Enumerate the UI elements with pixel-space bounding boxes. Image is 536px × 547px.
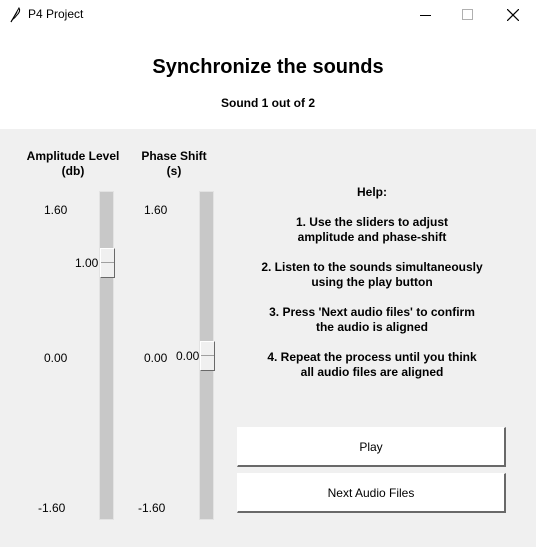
amplitude-max-label: 1.60 [44,203,68,217]
help-step-3: 3. Press 'Next audio files' to confirm t… [240,305,504,335]
amplitude-slider-track[interactable] [99,191,115,520]
help-step-1-line-2: amplitude and phase-shift [297,230,447,244]
help-step-4-line-2: all audio files are aligned [300,365,444,379]
help-step-1-line-1: 1. Use the sliders to adjust [295,215,449,229]
help-step-2-line-2: using the play button [311,275,433,289]
help-step-3-line-1: 3. Press 'Next audio files' to confirm [269,305,475,319]
minimize-icon [420,15,431,16]
maximize-button[interactable] [445,0,491,30]
phase-value-readout: 0.00 [176,349,200,363]
amplitude-label-text: Amplitude Level [26,149,120,163]
amplitude-label: Amplitude Level (db) [23,149,123,179]
amplitude-mid-label: 0.00 [44,351,68,365]
phase-slider-track[interactable] [199,191,215,520]
phase-label: Phase Shift (s) [129,149,219,179]
sound-counter: Sound 1 out of 2 [221,96,315,110]
phase-unit-text: (s) [166,164,182,178]
help-step-4-line-1: 4. Repeat the process until you think [267,350,477,364]
window-title: P4 Project [28,7,84,21]
minimize-button[interactable] [403,0,449,30]
amplitude-unit-text: (db) [61,164,85,178]
close-button[interactable] [490,0,536,30]
play-button[interactable]: Play [237,427,506,467]
header-panel: Synchronize the sounds Sound 1 out of 2 [0,30,536,129]
phase-label-text: Phase Shift [141,149,207,163]
next-audio-files-button[interactable]: Next Audio Files [237,473,506,513]
page-title: Synchronize the sounds [152,56,384,78]
phase-max-label: 1.60 [144,203,168,217]
help-step-1: 1. Use the sliders to adjust amplitude a… [240,215,504,245]
amplitude-value-readout: 1.00 [75,256,99,270]
help-step-2: 2. Listen to the sounds simultaneously u… [240,260,504,290]
phase-min-label: -1.60 [138,501,166,515]
phase-mid-label: 0.00 [144,351,168,365]
amplitude-slider-handle[interactable] [100,248,115,278]
help-step-4: 4. Repeat the process until you think al… [240,350,504,380]
help-step-3-line-2: the audio is aligned [315,320,428,334]
help-step-2-line-1: 2. Listen to the sounds simultaneously [261,260,483,274]
maximize-icon [462,9,473,20]
title-bar: P4 Project [0,0,536,30]
close-icon [507,9,519,21]
help-panel: Help: 1. Use the sliders to adjust ampli… [240,185,504,395]
phase-slider-handle[interactable] [200,341,215,371]
amplitude-min-label: -1.60 [38,501,66,515]
help-title: Help: [357,185,387,199]
feather-icon [8,7,22,23]
